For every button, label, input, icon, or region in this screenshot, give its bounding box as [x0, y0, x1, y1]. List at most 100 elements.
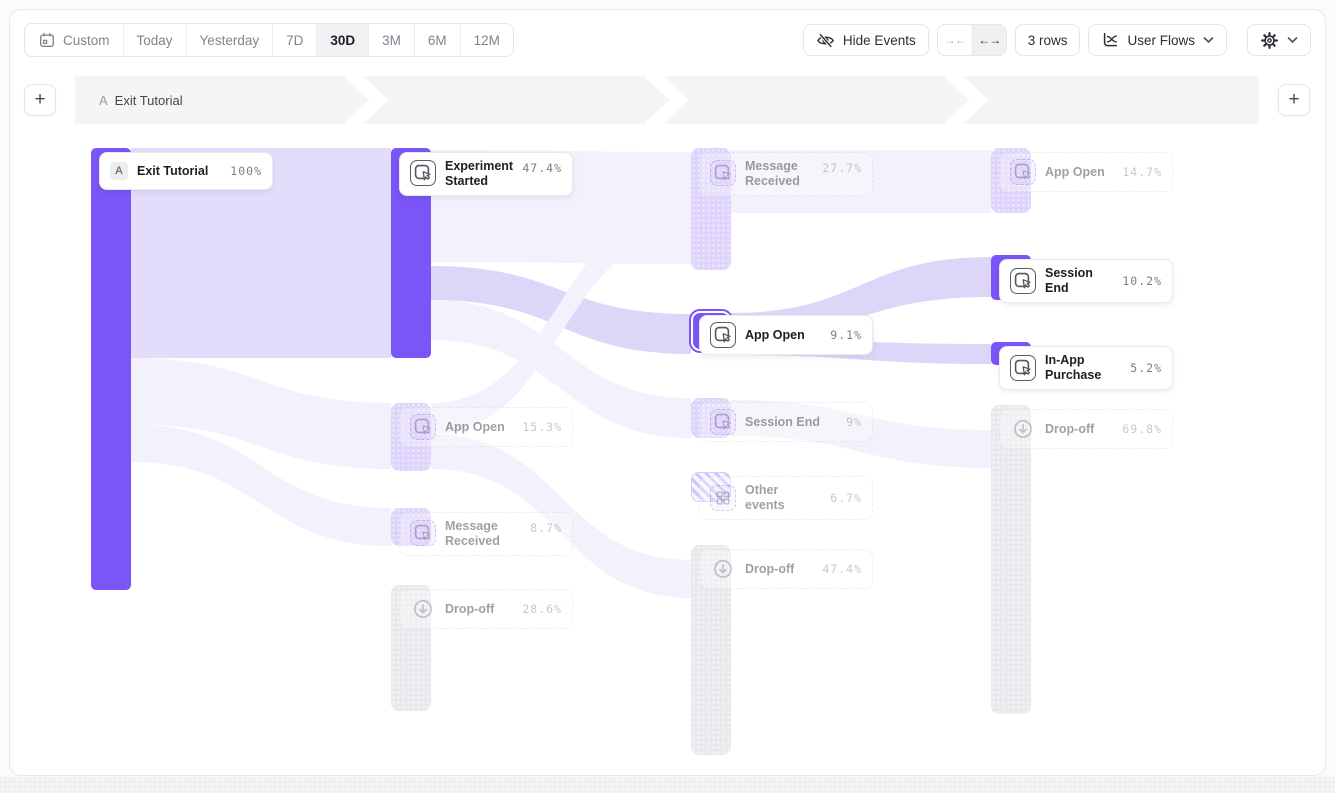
node-label: Experiment Started: [445, 159, 513, 189]
hide-events-label: Hide Events: [843, 33, 916, 48]
node-percentage: 28.6%: [522, 602, 562, 616]
node-label: App Open: [745, 328, 821, 343]
flow-node-card[interactable]: Other events 6.7%: [699, 476, 873, 520]
event-icon: [710, 322, 736, 348]
drop-off-icon: [1010, 416, 1036, 442]
date-range-selector: Custom Today Yesterday 7D 30D 3M 6M 12M: [24, 23, 514, 57]
date-range-label: Yesterday: [200, 33, 260, 48]
node-label: Message Received: [745, 159, 813, 189]
add-step-left-button[interactable]: +: [24, 84, 56, 116]
rows-button[interactable]: 3 rows: [1015, 24, 1081, 56]
node-percentage: 69.8%: [1122, 422, 1162, 436]
add-step-right-button[interactable]: +: [1278, 84, 1310, 116]
node-label: Message Received: [445, 519, 521, 549]
other-events-icon: [710, 485, 736, 511]
date-range-6m[interactable]: 6M: [414, 24, 460, 56]
view-selector-label: User Flows: [1127, 33, 1195, 48]
node-label: Other events: [745, 483, 821, 513]
date-range-custom[interactable]: Custom: [25, 24, 123, 56]
node-percentage: 47.4%: [522, 161, 562, 175]
node-percentage: 27.7%: [822, 161, 862, 175]
date-range-7d[interactable]: 7D: [272, 24, 316, 56]
node-percentage: 8.7%: [530, 521, 562, 535]
node-percentage: 6.7%: [830, 491, 862, 505]
chevron-down-icon: [1203, 36, 1214, 44]
node-percentage: 9%: [846, 415, 862, 429]
step-badge: A: [99, 93, 108, 108]
flow-node-card[interactable]: App Open 14.7%: [999, 152, 1173, 192]
flow-node-card[interactable]: Message Received 8.7%: [399, 512, 573, 556]
flow-node-card[interactable]: Drop-off 69.8%: [999, 409, 1173, 449]
node-percentage: 15.3%: [522, 420, 562, 434]
date-range-label: 3M: [382, 33, 401, 48]
user-flows-screen: Custom Today Yesterday 7D 30D 3M 6M 12M: [0, 0, 1335, 793]
date-range-label: 7D: [286, 33, 303, 48]
expand-columns-button[interactable]: ←→: [972, 25, 1006, 55]
date-range-label: 30D: [330, 33, 355, 48]
date-range-label: 12M: [474, 33, 500, 48]
event-icon: [710, 409, 736, 435]
app-card: [9, 9, 1326, 776]
node-percentage: 5.2%: [1130, 361, 1162, 375]
calendar-icon: [38, 31, 56, 49]
flow-step-title: A Exit Tutorial: [99, 76, 183, 124]
flow-node-card[interactable]: App Open 15.3%: [399, 407, 573, 447]
flow-width-toggle: →← ←→: [937, 24, 1007, 56]
event-icon: [410, 160, 436, 186]
flow-node-card[interactable]: App Open 9.1%: [699, 315, 873, 355]
collapse-columns-button[interactable]: →←: [938, 25, 972, 55]
step-letter-badge: A: [110, 162, 128, 180]
drop-off-icon: [410, 596, 436, 622]
flow-node-card[interactable]: Message Received 27.7%: [699, 152, 873, 196]
node-label: App Open: [445, 420, 513, 435]
drop-off-icon: [710, 556, 736, 582]
node-label: Drop-off: [445, 602, 513, 617]
toolbar-right: Hide Events →← ←→ 3 rows: [803, 24, 1311, 56]
node-percentage: 100%: [230, 164, 262, 178]
date-range-yesterday[interactable]: Yesterday: [186, 24, 273, 56]
node-percentage: 14.7%: [1122, 165, 1162, 179]
flow-node-card[interactable]: Session End 9%: [699, 402, 873, 442]
step-chevron-separators: [75, 76, 1259, 124]
flow-node-card[interactable]: AExit Tutorial100%: [99, 152, 273, 190]
event-icon: [710, 160, 736, 186]
flow-step-band[interactable]: A Exit Tutorial: [75, 76, 1259, 124]
flow-node-card[interactable]: Session End 10.2%: [999, 259, 1173, 303]
chevron-down-icon: [1287, 36, 1298, 44]
date-range-12m[interactable]: 12M: [460, 24, 513, 56]
toolbar: Custom Today Yesterday 7D 30D 3M 6M 12M: [24, 23, 1311, 57]
gear-icon: [1260, 31, 1279, 50]
node-label: Drop-off: [745, 562, 813, 577]
flow-node-card[interactable]: Drop-off 47.4%: [699, 549, 873, 589]
node-percentage: 10.2%: [1122, 274, 1162, 288]
hide-events-button[interactable]: Hide Events: [803, 24, 929, 56]
flow-node-card[interactable]: In-App Purchase 5.2%: [999, 346, 1173, 390]
event-icon: [1010, 159, 1036, 185]
node-label: Session End: [745, 415, 837, 430]
event-icon: [410, 414, 436, 440]
view-selector-dropdown[interactable]: User Flows: [1088, 24, 1227, 56]
node-percentage: 47.4%: [822, 562, 862, 576]
date-range-30d[interactable]: 30D: [316, 24, 368, 56]
collapse-arrows-icon: →←: [944, 33, 966, 47]
date-range-today[interactable]: Today: [123, 24, 186, 56]
event-icon: [410, 520, 436, 546]
flow-node-bar[interactable]: [91, 148, 131, 590]
date-range-3m[interactable]: 3M: [368, 24, 414, 56]
date-range-label: Today: [137, 33, 173, 48]
node-percentage: 9.1%: [830, 328, 862, 342]
eye-off-icon: [816, 31, 835, 50]
node-label: In-App Purchase: [1045, 353, 1121, 383]
flow-node-card[interactable]: Experiment Started 47.4%: [399, 152, 573, 196]
expand-arrows-icon: ←→: [978, 33, 1000, 47]
node-label: App Open: [1045, 165, 1113, 180]
settings-dropdown[interactable]: [1247, 24, 1311, 56]
rows-label: 3 rows: [1028, 33, 1068, 48]
flow-node-card[interactable]: Drop-off 28.6%: [399, 589, 573, 629]
date-range-label: Custom: [63, 33, 110, 48]
page-footer-strip: [0, 777, 1335, 793]
node-label: Session End: [1045, 266, 1113, 296]
event-icon: [1010, 268, 1036, 294]
node-label: Drop-off: [1045, 422, 1113, 437]
flow-node-bar[interactable]: [991, 405, 1031, 714]
